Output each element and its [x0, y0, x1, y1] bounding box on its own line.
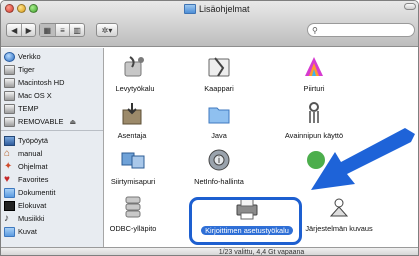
toolbar-toggle-button[interactable]	[404, 3, 416, 10]
documents-icon	[4, 187, 15, 198]
keychain-icon	[309, 102, 319, 123]
sidebar-item-label: Kuvat	[18, 227, 37, 236]
window-title: Lisäohjelmat	[184, 3, 250, 15]
view-columns-button[interactable]: ▥	[69, 24, 84, 36]
back-button[interactable]: ◀	[7, 24, 21, 36]
zoom-icon[interactable]	[29, 4, 38, 13]
disk-icon	[4, 90, 15, 101]
item-label: Järjestelmän kuvaus	[305, 224, 373, 233]
svg-text:i: i	[218, 155, 220, 165]
item-kaappari[interactable]: Kaappari	[199, 54, 239, 93]
item-netinfo-hallinta[interactable]: i NetInfo-hallinta	[191, 147, 247, 186]
sidebar-item-favorites[interactable]: ♥ Favorites	[4, 173, 48, 186]
home-icon: ⌂	[4, 147, 11, 159]
java-folder-icon	[208, 107, 230, 124]
item-siirtymisapuri[interactable]: Siirtymisapuri	[105, 147, 161, 186]
item-label: Siirtymisapuri	[110, 177, 156, 186]
pictures-icon	[4, 226, 15, 237]
sidebar-item-label: manual	[18, 149, 43, 158]
item-label: Levytyökalu	[115, 84, 155, 93]
netinfo-icon: i	[208, 149, 230, 171]
callout-arrow	[311, 128, 415, 190]
sidebar-item-elokuvat[interactable]: Elokuvat	[4, 199, 46, 212]
sidebar-item-tiger[interactable]: Tiger	[4, 63, 35, 76]
sidebar-item-musiikki[interactable]: ♪ Musiikki	[4, 212, 44, 225]
disk-icon	[4, 77, 15, 88]
view-icons-button[interactable]: ▦	[40, 24, 55, 36]
sidebar-item-label: Elokuvat	[18, 201, 47, 210]
view-control: ▦ ≡ ▥	[39, 23, 85, 37]
item-asentaja[interactable]: Asentaja	[112, 101, 152, 140]
view-list-button[interactable]: ≡	[54, 24, 70, 36]
sidebar-item-label: Työpöytä	[18, 136, 48, 145]
item-levytyokalu[interactable]: Levytyökalu	[109, 54, 161, 93]
heart-icon: ♥	[4, 173, 10, 185]
item-label: Java	[211, 131, 227, 140]
folder-icon	[184, 4, 196, 14]
action-menu-button[interactable]: ✲▾	[96, 23, 118, 37]
grab-icon	[208, 57, 230, 77]
window-title-text: Lisäohjelmat	[199, 4, 250, 14]
sidebar-item-removable[interactable]: REMOVABLE ⏏	[4, 115, 76, 128]
item-label: Kaappari	[204, 84, 234, 93]
sidebar-item-label: Favorites	[18, 175, 49, 184]
window-controls	[5, 4, 38, 13]
item-odbc-yllapito[interactable]: ODBC-ylläpito	[109, 194, 157, 233]
highlight-box	[189, 197, 302, 245]
sidebar-item-label: Dokumentit	[18, 188, 56, 197]
item-piirturi[interactable]: Piirturi	[294, 54, 334, 93]
sidebar-item-label: Mac OS X	[18, 91, 52, 100]
sidebar-item-label: Macintosh HD	[18, 78, 65, 87]
sidebar-item-manual[interactable]: ⌂ manual	[4, 147, 42, 160]
sidebar: Verkko Tiger Macintosh HD Mac OS X TEMP …	[1, 48, 104, 247]
sidebar-item-verkko[interactable]: Verkko	[4, 50, 41, 63]
back-forward-control: ◀ ▶	[6, 23, 36, 37]
status-text: 1/23 valittu, 4,4 Gt vapaana	[218, 249, 305, 256]
sidebar-item-label: REMOVABLE	[18, 117, 64, 126]
item-label: Piirturi	[303, 84, 325, 93]
sidebar-item-label: Musiikki	[18, 214, 45, 223]
sidebar-item-temp[interactable]: TEMP	[4, 102, 39, 115]
titlebar: Lisäohjelmat ◀ ▶ ▦ ≡ ▥ ✲▾ ⚲	[1, 1, 418, 47]
minimize-icon[interactable]	[17, 4, 26, 13]
sidebar-item-mac-os-x[interactable]: Mac OS X	[4, 89, 52, 102]
forward-button[interactable]: ▶	[21, 24, 35, 36]
disk-icon	[4, 64, 15, 75]
applications-icon: ✦	[4, 160, 13, 172]
sidebar-divider	[1, 130, 103, 131]
music-icon: ♪	[4, 212, 9, 224]
migration-icon	[121, 152, 145, 169]
sidebar-item-label: Ohjelmat	[18, 162, 48, 171]
finder-window: Lisäohjelmat ◀ ▶ ▦ ≡ ▥ ✲▾ ⚲ Verkko Tiger	[0, 0, 419, 256]
movies-icon	[4, 200, 15, 211]
item-label: NetInfo-hallinta	[194, 177, 244, 186]
disk-utility-icon	[124, 56, 144, 77]
sidebar-item-tyopoyta[interactable]: Työpöytä	[4, 134, 48, 147]
item-jarjestelman-kuvaus[interactable]: Järjestelmän kuvaus	[301, 194, 377, 233]
close-icon[interactable]	[5, 4, 14, 13]
installer-icon	[122, 103, 142, 125]
item-label: Asentaja	[117, 131, 147, 140]
disk-icon	[4, 103, 15, 114]
sidebar-item-ohjelmat[interactable]: ✦ Ohjelmat	[4, 160, 48, 173]
odbc-icon	[125, 196, 141, 218]
item-java[interactable]: Java	[199, 101, 239, 140]
network-icon	[4, 51, 15, 62]
eject-icon[interactable]: ⏏	[69, 118, 76, 126]
status-bar: 1/23 valittu, 4,4 Gt vapaana	[105, 247, 418, 256]
sidebar-item-kuvat[interactable]: Kuvat	[4, 225, 37, 238]
desktop-icon	[4, 135, 15, 146]
sidebar-item-macintosh-hd[interactable]: Macintosh HD	[4, 76, 64, 89]
system-profiler-icon	[329, 198, 349, 217]
sidebar-item-label: Verkko	[18, 52, 41, 61]
grapher-icon	[305, 57, 323, 76]
sidebar-item-label: Tiger	[18, 65, 35, 74]
sidebar-bottom-bar	[1, 247, 105, 255]
search-field[interactable]: ⚲	[307, 23, 415, 37]
sidebar-item-dokumentit[interactable]: Dokumentit	[4, 186, 55, 199]
sidebar-item-label: TEMP	[18, 104, 39, 113]
search-icon: ⚲	[312, 25, 318, 35]
item-label: ODBC-ylläpito	[109, 224, 157, 233]
disk-icon	[4, 116, 15, 127]
